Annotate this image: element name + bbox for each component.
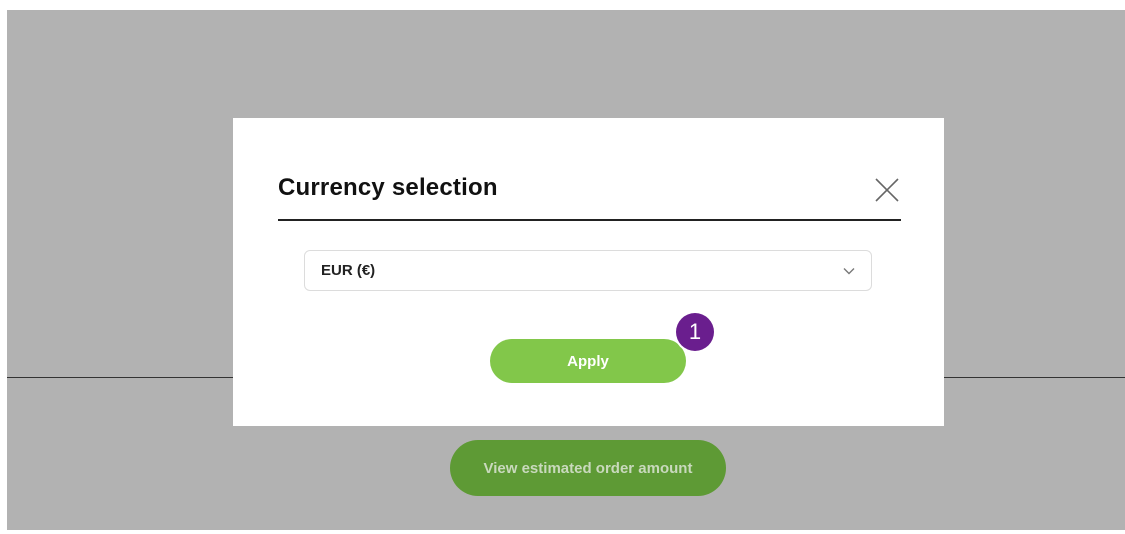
chevron-down-icon <box>843 267 855 274</box>
currency-selection-modal: Currency selection EUR (€) Apply <box>233 118 944 426</box>
currency-select-value: EUR (€) <box>321 262 376 279</box>
close-button[interactable] <box>873 176 901 204</box>
step-number-badge: 1 <box>676 313 714 351</box>
title-underline <box>278 219 901 221</box>
close-icon <box>875 178 899 202</box>
view-estimated-order-amount-label: View estimated order amount <box>483 459 693 477</box>
apply-button[interactable]: Apply <box>490 339 686 383</box>
view-estimated-order-amount-button: View estimated order amount <box>450 440 726 496</box>
currency-select[interactable]: EUR (€) <box>304 250 872 291</box>
modal-title: Currency selection <box>278 174 498 201</box>
apply-button-label: Apply <box>567 352 609 370</box>
